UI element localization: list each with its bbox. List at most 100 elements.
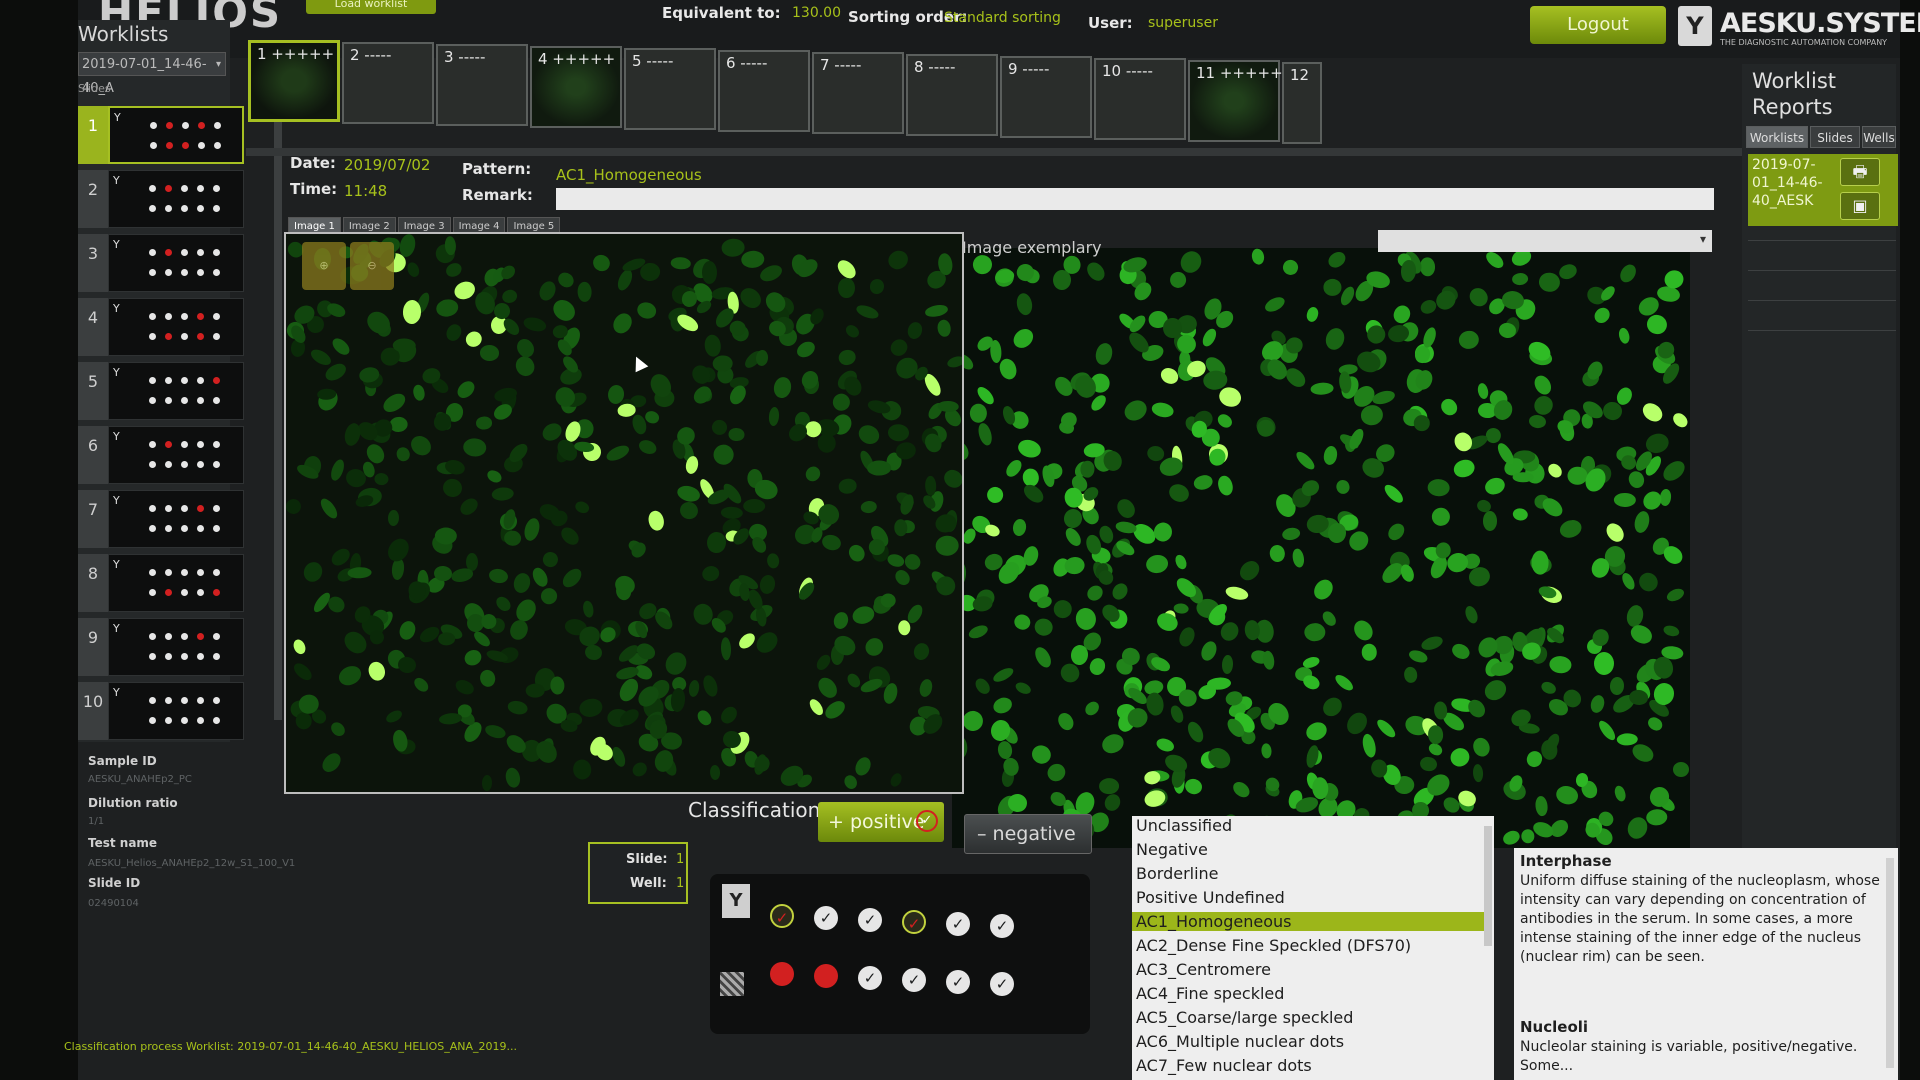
pattern-item[interactable]: AC1_Homogeneous: [1132, 912, 1486, 931]
well-positive-marker[interactable]: [814, 964, 838, 988]
slide-number[interactable]: 5: [78, 362, 108, 420]
slide-number[interactable]: 3: [78, 234, 108, 292]
cell-nucleus: [614, 664, 640, 682]
description-title-interphase: Interphase: [1520, 852, 1612, 870]
slide-number[interactable]: 6: [78, 426, 108, 484]
cell-nucleus: [1408, 648, 1430, 665]
slide-number[interactable]: 7: [78, 490, 108, 548]
pattern-list-scrollbar[interactable]: [1484, 826, 1492, 946]
zoom-out-icon[interactable]: ⊖: [350, 242, 394, 290]
well-checkmark-icon[interactable]: ✓: [990, 914, 1014, 938]
slide-number[interactable]: 2: [78, 170, 108, 228]
well-checkmark-icon[interactable]: ✓: [902, 910, 926, 934]
pattern-item[interactable]: AC3_Centromere: [1136, 960, 1271, 979]
well-thumbnail[interactable]: 8 -----: [906, 54, 998, 136]
slide-card[interactable]: Y: [108, 490, 244, 548]
slide-logo-icon: Y: [113, 366, 120, 379]
logout-button[interactable]: Logout: [1530, 6, 1666, 44]
worklists-title: Worklists: [78, 22, 169, 46]
well-checkmark-icon[interactable]: ✓: [990, 972, 1014, 996]
cell-nucleus: [573, 499, 591, 515]
slide-card[interactable]: Y: [108, 682, 244, 740]
pattern-item[interactable]: AC7_Few nuclear dots: [1136, 1056, 1312, 1075]
slide-list-scrollbar[interactable]: [274, 100, 282, 720]
cell-nucleus: [1629, 741, 1657, 766]
brand-tagline: THE DIAGNOSTIC AUTOMATION COMPANY: [1720, 38, 1888, 47]
well-thumbnail[interactable]: 2 -----: [342, 42, 434, 124]
pattern-item[interactable]: AC4_Fine speckled: [1136, 984, 1284, 1003]
well-dot: [197, 589, 204, 596]
cell-nucleus: [1595, 718, 1618, 743]
tab-worklists[interactable]: Worklists: [1746, 126, 1808, 148]
positive-well-dot: [165, 249, 172, 256]
slide-number[interactable]: 10: [78, 682, 108, 740]
well-thumbnail[interactable]: 5 -----: [624, 48, 716, 130]
pattern-item[interactable]: Positive Undefined: [1136, 888, 1285, 907]
load-worklist-button[interactable]: Load worklist: [306, 0, 436, 14]
well-thumbnail[interactable]: 12: [1282, 62, 1322, 144]
tab-slides[interactable]: Slides: [1810, 126, 1860, 148]
slide-card[interactable]: Y: [108, 362, 244, 420]
well-positive-marker[interactable]: [770, 962, 794, 986]
negative-button[interactable]: – negative: [964, 814, 1092, 854]
well-thumbnail[interactable]: 4 +++++: [530, 46, 622, 128]
slide-card[interactable]: Y: [108, 298, 244, 356]
cell-nucleus: [1322, 279, 1342, 297]
sorting-value[interactable]: Standard sorting: [944, 10, 1061, 26]
floppy-icon[interactable]: ▣: [1840, 192, 1880, 220]
positive-button[interactable]: + positive ✓: [818, 802, 944, 842]
divider: [1748, 240, 1896, 241]
well-thumbnail[interactable]: 1 +++++: [248, 40, 340, 122]
pattern-item[interactable]: AC6_Multiple nuclear dots: [1136, 1032, 1344, 1051]
well-dot: [149, 269, 156, 276]
well-thumbnail[interactable]: 7 -----: [812, 52, 904, 134]
well-dot: [213, 633, 220, 640]
time-label: Time:: [290, 180, 338, 198]
cell-nucleus: [757, 261, 785, 285]
well-checkmark-icon[interactable]: ✓: [858, 966, 882, 990]
printer-icon[interactable]: 🖶: [1840, 158, 1880, 186]
pattern-item[interactable]: Negative: [1136, 840, 1208, 859]
thumbnail-scrollbar[interactable]: [246, 148, 1806, 156]
slide-number[interactable]: 8: [78, 554, 108, 612]
slide-card[interactable]: Y: [108, 618, 244, 676]
cell-nucleus: [1500, 828, 1522, 848]
exemplary-select[interactable]: ▾: [1378, 230, 1712, 252]
slide-card[interactable]: Y: [108, 426, 244, 484]
worklist-select[interactable]: 2019-07-01_14-46-40_A ▾: [78, 52, 226, 96]
well-checkmark-icon[interactable]: ✓: [946, 912, 970, 936]
well-checkmark-icon[interactable]: ✓: [814, 906, 838, 930]
well-thumbnail[interactable]: 10 -----: [1094, 58, 1186, 140]
well-checkmark-icon[interactable]: ✓: [858, 908, 882, 932]
sample-image[interactable]: ⊕ ⊖: [284, 232, 964, 794]
slide-number[interactable]: 1: [78, 106, 108, 164]
cell-nucleus: [407, 432, 436, 460]
slide-number[interactable]: 4: [78, 298, 108, 356]
cell-nucleus: [433, 564, 453, 582]
tab-wells[interactable]: Wells: [1862, 126, 1896, 148]
well-checkmark-icon[interactable]: ✓: [946, 970, 970, 994]
slide-card[interactable]: Y: [108, 170, 244, 228]
cell-nucleus: [402, 300, 422, 325]
pattern-item[interactable]: Unclassified: [1136, 816, 1232, 835]
well-thumbnail[interactable]: 9 -----: [1000, 56, 1092, 138]
cell-nucleus: [997, 357, 1020, 382]
well-checkmark-icon[interactable]: ✓: [770, 904, 794, 928]
well-checkmark-icon[interactable]: ✓: [902, 968, 926, 992]
description-scrollbar[interactable]: [1886, 858, 1894, 1068]
slide-card[interactable]: Y: [108, 554, 244, 612]
slide-card[interactable]: Y: [108, 106, 244, 164]
well-thumbnail[interactable]: 11 +++++: [1188, 60, 1283, 142]
pattern-item[interactable]: AC5_Coarse/large speckled: [1136, 1008, 1353, 1027]
report-worklist-item[interactable]: 2019-07-01_14-46-40_AESK 🖶 ▣: [1748, 154, 1898, 226]
cell-nucleus: [1451, 456, 1477, 480]
pattern-item[interactable]: AC2_Dense Fine Speckled (DFS70): [1136, 936, 1411, 955]
slide-card[interactable]: Y: [108, 234, 244, 292]
zoom-in-icon[interactable]: ⊕: [302, 242, 346, 290]
well-thumbnail[interactable]: 3 -----: [436, 44, 528, 126]
cell-nucleus: [918, 677, 934, 698]
pattern-item[interactable]: Borderline: [1136, 864, 1219, 883]
slide-number[interactable]: 9: [78, 618, 108, 676]
remark-input[interactable]: [556, 188, 1714, 210]
well-thumbnail[interactable]: 6 -----: [718, 50, 810, 132]
